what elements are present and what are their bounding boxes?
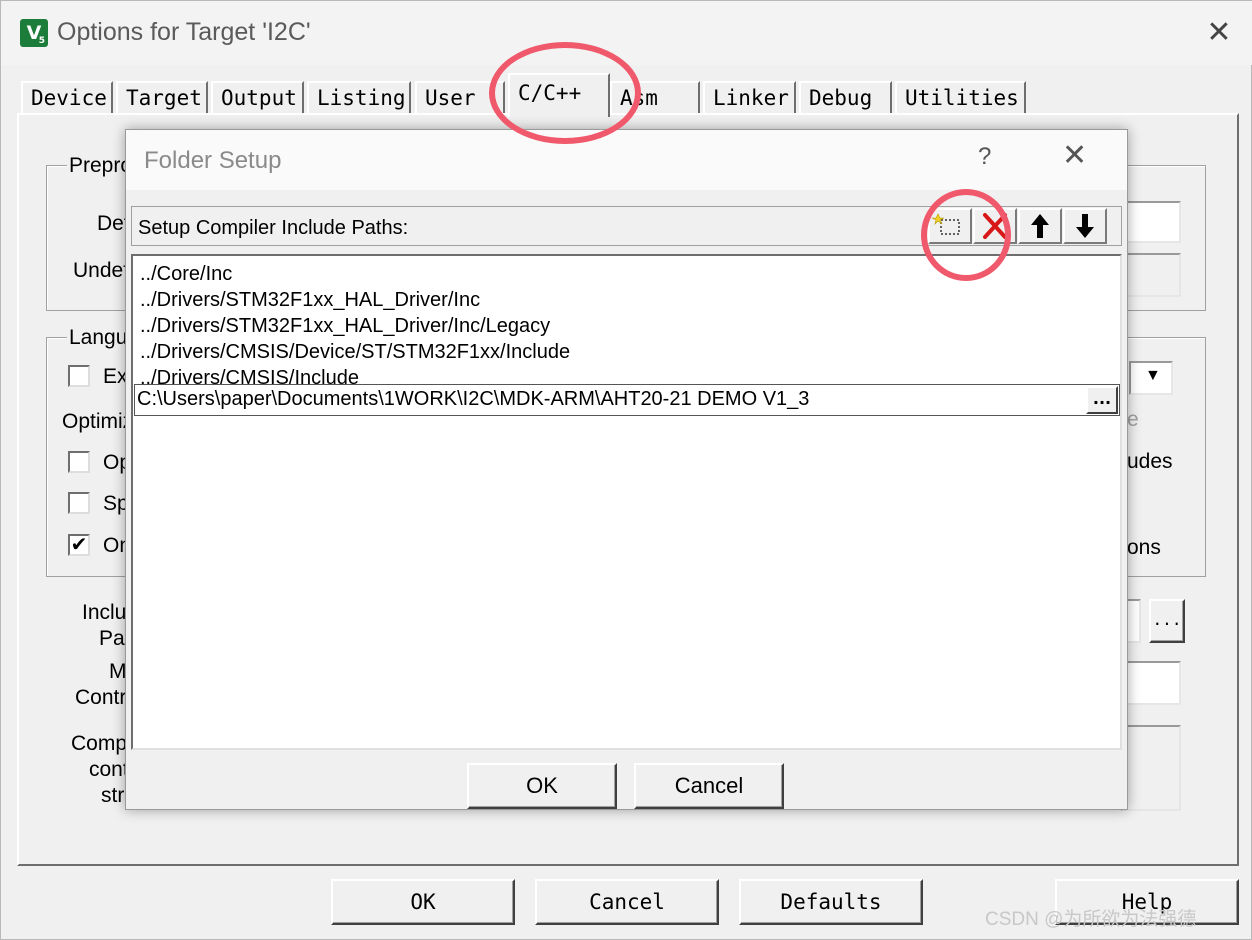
list-item[interactable]: ../Drivers/CMSIS/Device/ST/STM32F1xx/Inc… <box>140 340 570 364</box>
path-edit-value[interactable]: C:\Users\paper\Documents\1WORK\I2C\MDK-A… <box>137 388 809 411</box>
move-up-button[interactable] <box>1018 208 1062 244</box>
compiler-control-label-2: cont <box>89 758 129 781</box>
browse-folder-button[interactable]: ... <box>1086 386 1118 414</box>
tab-debug[interactable]: Debug <box>799 81 892 114</box>
compiler-control-label-1: Comp <box>71 732 128 755</box>
tab-output[interactable]: Output <box>211 81 304 114</box>
optimization-label: Optimiz <box>62 410 134 433</box>
help-icon[interactable]: ? <box>978 143 991 171</box>
keil-app-icon: V5 <box>20 19 48 47</box>
dialog-titlebar: Folder Setup ? ✕ <box>126 130 1127 190</box>
dialog-title: Folder Setup <box>144 147 282 174</box>
undefine-label: Undef <box>73 259 130 282</box>
move-up-icon <box>1031 214 1049 238</box>
misc-controls-label-1: M <box>109 660 127 683</box>
right-fragment-ons: ons <box>1127 536 1161 559</box>
undefine-input[interactable] <box>1121 253 1181 297</box>
include-paths-label-1: Inclu <box>82 601 127 624</box>
outer-cancel-button[interactable]: Cancel <box>535 879 719 925</box>
dialog-close-icon[interactable]: ✕ <box>1062 138 1087 173</box>
preprocessor-group-label: Prepro <box>67 154 135 178</box>
tab-target[interactable]: Target <box>116 81 208 114</box>
dialog-ok-button[interactable]: OK <box>467 763 617 809</box>
outer-ok-button[interactable]: OK <box>331 879 515 925</box>
outer-window-title: Options for Target 'I2C' <box>57 18 311 46</box>
move-down-button[interactable] <box>1063 208 1107 244</box>
list-item[interactable]: ../Drivers/STM32F1xx_HAL_Driver/Inc <box>140 288 480 312</box>
execute-only-label: Ex <box>103 365 128 388</box>
misc-controls-label-2: Contr <box>75 686 127 709</box>
compiler-control-string <box>1121 725 1181 811</box>
split-sections-checkbox[interactable] <box>68 492 90 514</box>
outer-titlebar: V5 Options for Target 'I2C' ✕ <box>1 1 1252 65</box>
path-edit-field[interactable]: C:\Users\paper\Documents\1WORK\I2C\MDK-A… <box>134 384 1120 416</box>
tab-listing[interactable]: Listing <box>307 81 411 114</box>
include-paths-label: Setup Compiler Include Paths: <box>138 217 409 239</box>
list-item[interactable]: ../Drivers/STM32F1xx_HAL_Driver/Inc/Lega… <box>140 314 550 338</box>
tab-linker[interactable]: Linker <box>703 81 796 114</box>
one-elf-checkbox[interactable]: ✔ <box>68 534 90 556</box>
outer-close-icon[interactable]: ✕ <box>1201 13 1237 53</box>
language-group-label: Langu <box>67 326 130 350</box>
right-fragment-udes: udes <box>1127 450 1173 473</box>
dialog-cancel-button[interactable]: Cancel <box>634 763 784 809</box>
tab-device[interactable]: Device <box>21 81 113 114</box>
annotation-circle-tab <box>489 42 641 144</box>
include-paths-browse-button[interactable]: ... <box>1149 599 1185 643</box>
right-fragment-e: e <box>1127 408 1139 431</box>
tab-utilities[interactable]: Utilities <box>895 81 1026 114</box>
watermark: CSDN @为所欲为法强德 <box>985 909 1197 930</box>
outer-defaults-button[interactable]: Defaults <box>739 879 923 925</box>
dropdown-arrow-icon: ▼ <box>1145 367 1161 384</box>
include-paths-list[interactable]: ../Core/Inc ../Drivers/STM32F1xx_HAL_Dri… <box>131 254 1122 750</box>
misc-controls-input[interactable] <box>1121 661 1181 705</box>
move-down-icon <box>1076 214 1094 238</box>
define-input[interactable] <box>1121 201 1181 243</box>
optimize-checkbox[interactable] <box>68 451 90 473</box>
annotation-circle-new-folder <box>921 189 1011 281</box>
warnings-dropdown[interactable]: ▼ <box>1129 361 1173 395</box>
execute-only-checkbox[interactable] <box>68 365 90 387</box>
list-item[interactable]: ../Core/Inc <box>140 262 232 286</box>
